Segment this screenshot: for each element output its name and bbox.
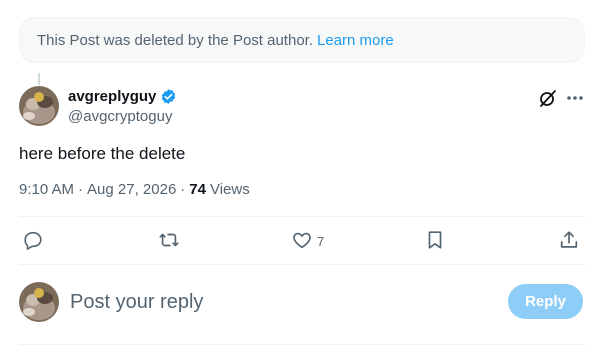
- heart-icon: [291, 229, 313, 254]
- bookmark-button[interactable]: [424, 229, 446, 254]
- deleted-post-notice: This Post was deleted by the Post author…: [19, 17, 585, 63]
- thread-connector-line: [38, 73, 40, 85]
- grok-icon[interactable]: [538, 88, 558, 108]
- post-text: here before the delete: [19, 144, 186, 163]
- views-label: Views: [209, 181, 250, 198]
- divider: [19, 264, 585, 265]
- author-handle[interactable]: @avgcryptoguy: [68, 108, 172, 125]
- repost-icon: [158, 229, 180, 254]
- post-time[interactable]: 9:10 AM: [19, 181, 74, 198]
- composer-avatar[interactable]: [19, 282, 59, 322]
- reply-button[interactable]: [22, 229, 44, 254]
- divider: [19, 344, 585, 345]
- author-name-text[interactable]: avgreplyguy: [68, 88, 156, 105]
- post-meta: 9:10 AM · Aug 27, 2026 · 74 Views: [19, 181, 250, 198]
- more-icon[interactable]: [564, 88, 586, 108]
- share-button[interactable]: [558, 229, 580, 254]
- views-count: 74: [189, 181, 206, 198]
- repost-button[interactable]: [158, 229, 180, 254]
- reply-input[interactable]: [70, 287, 470, 317]
- post-date[interactable]: Aug 27, 2026: [87, 181, 176, 198]
- deleted-notice-text: This Post was deleted by the Post author…: [37, 31, 313, 49]
- learn-more-link[interactable]: Learn more: [317, 32, 394, 49]
- divider: [19, 216, 585, 217]
- bookmark-icon: [424, 229, 446, 254]
- like-count: 7: [317, 234, 325, 249]
- author-name[interactable]: avgreplyguy: [68, 88, 177, 105]
- like-button[interactable]: 7: [291, 229, 324, 254]
- reply-submit-button[interactable]: Reply: [508, 284, 583, 319]
- share-icon: [558, 229, 580, 254]
- reply-icon: [22, 229, 44, 254]
- meta-separator: ·: [78, 181, 84, 198]
- verified-badge-icon: [160, 88, 177, 105]
- meta-separator: ·: [180, 181, 186, 198]
- author-avatar[interactable]: [19, 86, 59, 126]
